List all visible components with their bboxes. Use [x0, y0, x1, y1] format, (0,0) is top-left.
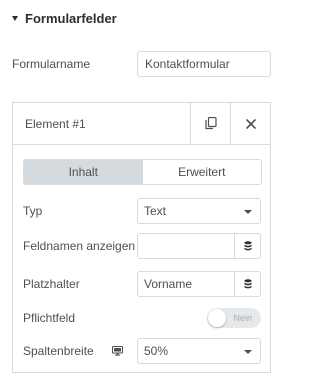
database-icon	[243, 241, 252, 251]
show-field-name-input[interactable]	[137, 233, 261, 259]
dynamic-tags-button[interactable]	[234, 234, 260, 258]
database-icon	[243, 279, 252, 289]
desktop-monitor-icon[interactable]	[112, 346, 123, 356]
type-label: Typ	[23, 204, 43, 218]
required-label: Pflichtfeld	[23, 311, 76, 325]
required-switch[interactable]: Nein	[207, 308, 261, 328]
section-toggle-formularfelder[interactable]: Formularfelder	[12, 9, 117, 27]
type-select-value: Text	[144, 204, 167, 218]
column-width-control: Spaltenbreite 50%	[23, 338, 262, 364]
switch-knob	[208, 309, 226, 327]
chevron-down-icon	[244, 210, 252, 214]
switch-state-label: Nein	[233, 313, 252, 323]
tabs: Inhalt Erweitert	[23, 159, 262, 185]
remove-button[interactable]	[230, 103, 270, 144]
form-name-control: Formularname Kontaktformular	[12, 51, 272, 77]
type-control: Typ Text	[23, 198, 262, 224]
placeholder-value: Vorname	[144, 277, 193, 291]
column-width-label: Spaltenbreite	[23, 344, 94, 358]
dynamic-tags-button[interactable]	[234, 272, 260, 296]
column-width-select[interactable]: 50%	[137, 338, 261, 364]
column-width-value: 50%	[144, 344, 169, 358]
section-title: Formularfelder	[25, 10, 117, 26]
form-name-label: Formularname	[12, 57, 91, 71]
repeater-item: Element #1 Inhalt Erweitert Typ Text Fel…	[12, 102, 271, 373]
placeholder-input[interactable]: Vorname	[137, 271, 261, 297]
type-select[interactable]: Text	[137, 198, 261, 224]
form-name-input[interactable]: Kontaktformular	[137, 51, 271, 77]
chevron-down-icon	[244, 350, 252, 354]
tab-erweitert[interactable]: Erweitert	[142, 160, 261, 184]
close-icon	[245, 118, 256, 129]
show-field-name-label: Feldnamen anzeigen	[23, 239, 136, 253]
copy-icon	[204, 117, 217, 130]
placeholder-label: Platzhalter	[23, 277, 80, 291]
show-field-name-control: Feldnamen anzeigen	[23, 233, 262, 259]
repeater-item-header: Element #1	[13, 103, 270, 145]
caret-down-icon	[12, 16, 18, 21]
duplicate-button[interactable]	[190, 103, 230, 144]
placeholder-control: Platzhalter Vorname	[23, 271, 262, 297]
repeater-item-title[interactable]: Element #1	[13, 117, 190, 131]
required-control: Pflichtfeld Nein	[23, 303, 262, 333]
tab-inhalt[interactable]: Inhalt	[24, 160, 143, 184]
